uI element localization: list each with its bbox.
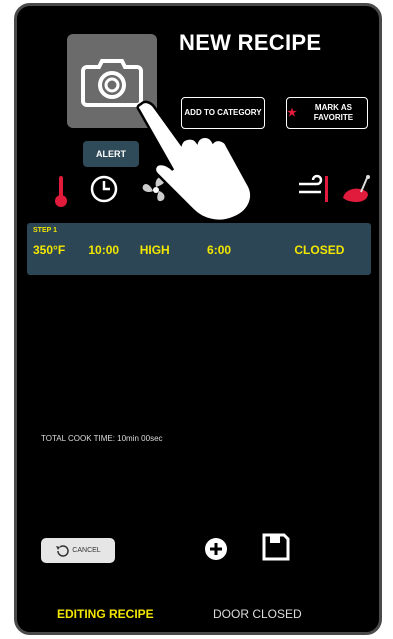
save-button[interactable] [262,533,290,561]
recipe-step-row[interactable]: STEP 1 350°F 10:00 HIGH 6:00 CLOSED [27,223,371,275]
thermometer-icon[interactable] [53,174,69,208]
step-time: 10:00 [88,243,120,257]
cancel-label: CANCEL [72,547,101,554]
undo-icon [56,544,70,557]
cancel-button[interactable]: CANCEL [41,538,115,563]
status-bar: EDITING RECIPE DOOR CLOSED [17,599,379,631]
page-title: NEW RECIPE [179,30,322,55]
mark-as-favorite-label: MARK AS FAVORITE [313,103,354,122]
mode-status: EDITING RECIPE [57,607,154,621]
device-screen: NEW RECIPE ADD TO CATEGORY ★ MARK AS FAV… [14,3,382,635]
alert-button[interactable]: ALERT [83,141,139,167]
add-step-button[interactable] [203,536,229,562]
door-status: DOOR CLOSED [213,607,302,621]
camera-icon [81,59,143,107]
step-temperature: 350°F [33,243,66,257]
step-fan-speed: HIGH [139,243,170,257]
alert-label: ALERT [96,149,126,159]
total-cook-time: TOTAL COOK TIME: 10min 00sec [41,434,163,443]
clock-icon[interactable] [89,174,119,204]
step-label: STEP 1 [33,227,57,234]
step-damper: CLOSED [294,243,345,257]
step-duration: 6:00 [207,243,232,257]
step-values: 350°F 10:00 HIGH 6:00 CLOSED [33,243,344,257]
meat-probe-icon[interactable] [339,174,373,208]
hand-pointer-icon [136,100,253,222]
mark-as-favorite-button[interactable]: ★ MARK AS FAVORITE [286,97,368,129]
wind-icon[interactable] [297,174,331,204]
